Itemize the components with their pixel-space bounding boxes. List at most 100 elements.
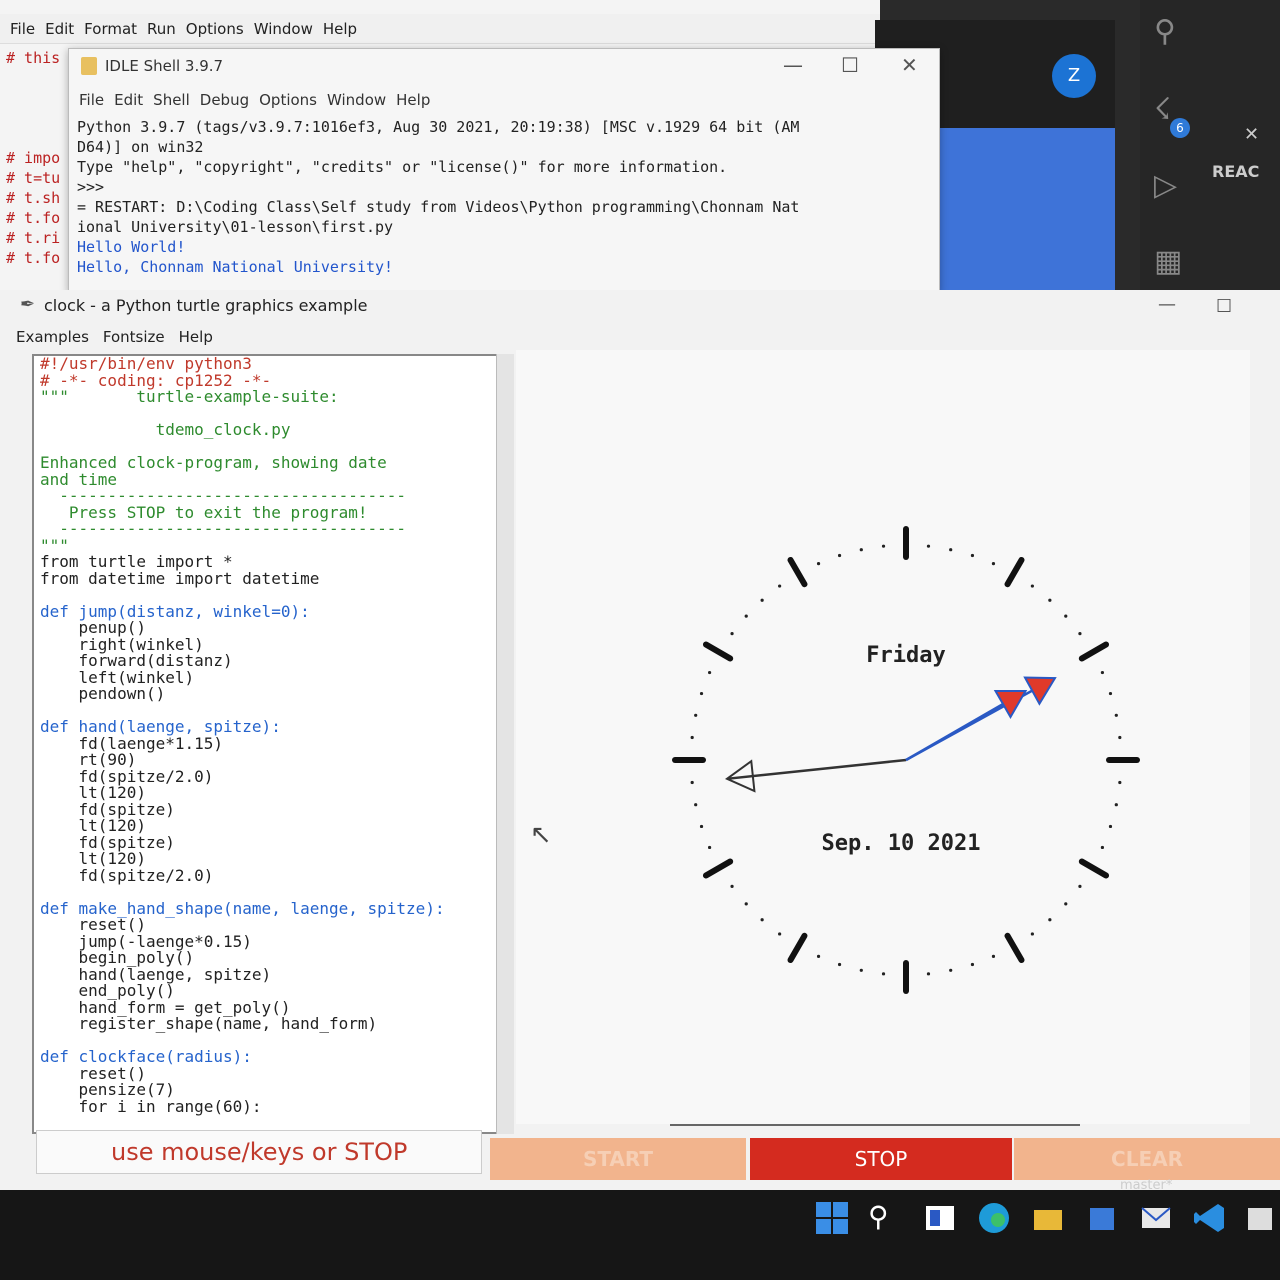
minute-dot bbox=[816, 954, 821, 959]
hour-tick bbox=[702, 858, 734, 879]
minimize-button[interactable]: — bbox=[783, 53, 803, 77]
idle-title: IDLE Shell 3.9.7 bbox=[105, 57, 224, 75]
hour-tick bbox=[702, 641, 734, 662]
run-debug-icon[interactable]: ▷ bbox=[1154, 168, 1177, 203]
menu-item-format[interactable]: Format bbox=[84, 14, 137, 44]
code-line: pendown() bbox=[40, 684, 166, 703]
menu-item-run[interactable]: Run bbox=[147, 14, 176, 44]
minute-dot bbox=[1030, 584, 1034, 588]
turtle-canvas[interactable]: Friday Sep. 10 2021 ↖ bbox=[516, 350, 1250, 1124]
notepad-icon[interactable] bbox=[1244, 1200, 1280, 1236]
menu-item-edit[interactable]: Edit bbox=[114, 87, 143, 113]
hour-tick bbox=[1078, 858, 1110, 879]
minute-dot bbox=[1114, 803, 1118, 807]
menu-item-edit[interactable]: Edit bbox=[45, 14, 74, 44]
minute-dot bbox=[1048, 598, 1052, 602]
minute-hand-tip bbox=[1023, 676, 1057, 706]
minute-dot bbox=[730, 884, 734, 888]
file-explorer-icon[interactable] bbox=[1030, 1200, 1066, 1236]
minute-dot bbox=[1108, 691, 1113, 696]
source-control-badge: 6 bbox=[1170, 118, 1190, 138]
menu-item-help[interactable]: Help bbox=[323, 14, 357, 44]
shell-line: = RESTART: D:\Coding Class\Self study fr… bbox=[77, 198, 800, 216]
clock-day-label: Friday bbox=[866, 643, 945, 668]
source-control-icon[interactable]: ☇ bbox=[1154, 92, 1171, 127]
minute-dot bbox=[949, 548, 953, 552]
shell-line: D64)] on win32 bbox=[77, 138, 204, 156]
maximize-button[interactable]: ☐ bbox=[841, 53, 859, 77]
explorer-section-label[interactable]: REAC bbox=[1212, 162, 1259, 181]
minute-dot bbox=[694, 803, 698, 807]
minute-dot bbox=[1118, 780, 1122, 785]
minute-dot bbox=[926, 972, 931, 976]
idle-titlebar: IDLE Shell 3.9.7 — ☐ ✕ bbox=[69, 49, 939, 85]
start-button[interactable]: START bbox=[490, 1138, 746, 1180]
participant-avatar[interactable]: Z bbox=[1052, 54, 1096, 98]
minute-dot bbox=[690, 780, 694, 785]
clear-button[interactable]: CLEAR bbox=[1014, 1138, 1280, 1180]
mouse-cursor-icon: ↖ bbox=[530, 820, 552, 850]
minute-dot bbox=[699, 824, 704, 829]
code-line: from datetime import datetime bbox=[40, 568, 320, 588]
hour-tick bbox=[1004, 932, 1025, 964]
code-scrollbar[interactable] bbox=[496, 354, 514, 1134]
menu-item-options[interactable]: Options bbox=[259, 87, 317, 113]
menu-item-file[interactable]: File bbox=[10, 14, 35, 44]
menu-item-help[interactable]: Help bbox=[396, 87, 430, 113]
code-line: # this bbox=[6, 49, 61, 67]
code-line: ------------------------------------ bbox=[40, 519, 407, 538]
extensions-icon[interactable]: ▦ bbox=[1154, 244, 1182, 279]
menu-item-fontsize[interactable]: Fontsize bbox=[103, 328, 165, 346]
menu-item-file[interactable]: File bbox=[79, 87, 104, 113]
minute-dot bbox=[1064, 614, 1068, 618]
minimize-button[interactable]: — bbox=[1158, 294, 1176, 315]
code-line: # t.sh bbox=[6, 189, 61, 207]
minute-dot bbox=[760, 598, 764, 602]
clock-date-label: Sep. 10 2021 bbox=[822, 831, 981, 856]
minute-dot bbox=[881, 972, 886, 976]
canvas-scrollbar[interactable] bbox=[670, 1124, 1080, 1126]
menu-item-options[interactable]: Options bbox=[186, 14, 244, 44]
idle-shell-output[interactable]: Python 3.9.7 (tags/v3.9.7:1016ef3, Aug 3… bbox=[77, 117, 927, 277]
minute-dot bbox=[1078, 632, 1082, 636]
search-icon[interactable]: ⚲ bbox=[868, 1200, 904, 1236]
edge-icon[interactable] bbox=[976, 1200, 1012, 1236]
vscode-icon[interactable] bbox=[1192, 1200, 1228, 1236]
menu-item-shell[interactable]: Shell bbox=[153, 87, 190, 113]
store-icon[interactable] bbox=[1084, 1200, 1120, 1236]
menu-item-examples[interactable]: Examples bbox=[16, 328, 89, 346]
hour-tick bbox=[1004, 556, 1025, 588]
code-line: # impo bbox=[6, 149, 61, 167]
background-editor-menubar: File Edit Format Run Options Window Help bbox=[0, 14, 880, 44]
hour-tick bbox=[1078, 641, 1110, 662]
idle-menubar: File Edit Shell Debug Options Window Help bbox=[69, 87, 939, 113]
git-branch-label[interactable]: master* bbox=[1120, 1178, 1172, 1193]
minute-dot bbox=[1048, 918, 1052, 922]
start-menu-icon[interactable] bbox=[814, 1200, 850, 1236]
maximize-button[interactable]: ☐ bbox=[1216, 296, 1232, 317]
close-button[interactable]: ✕ bbox=[901, 53, 918, 77]
mail-icon[interactable] bbox=[1138, 1200, 1174, 1236]
minute-dot bbox=[690, 735, 694, 740]
search-icon[interactable]: ⚲ bbox=[1154, 14, 1176, 49]
menu-item-debug[interactable]: Debug bbox=[200, 87, 249, 113]
turtle-demo-window: ✒ clock - a Python turtle graphics examp… bbox=[0, 290, 1280, 1190]
task-view-icon[interactable] bbox=[922, 1200, 958, 1236]
stop-button[interactable]: STOP bbox=[750, 1138, 1012, 1180]
minute-dot bbox=[1108, 824, 1113, 829]
code-line: fd(spitze/2.0) bbox=[40, 865, 214, 885]
menu-item-window[interactable]: Window bbox=[254, 14, 313, 44]
menu-item-window[interactable]: Window bbox=[327, 87, 386, 113]
clock-drawing: Friday Sep. 10 2021 bbox=[672, 526, 1140, 994]
source-code-pane[interactable]: #!/usr/bin/env python3 # -*- coding: cp12… bbox=[32, 354, 514, 1134]
menu-item-help[interactable]: Help bbox=[179, 328, 213, 346]
idle-app-icon bbox=[81, 57, 97, 75]
shell-line: >>> bbox=[77, 178, 105, 196]
minute-dot bbox=[926, 544, 931, 548]
close-icon[interactable]: ✕ bbox=[1244, 124, 1259, 145]
status-label: use mouse/keys or STOP bbox=[36, 1130, 482, 1174]
minute-dot bbox=[1030, 932, 1034, 936]
hour-tick bbox=[787, 932, 808, 964]
